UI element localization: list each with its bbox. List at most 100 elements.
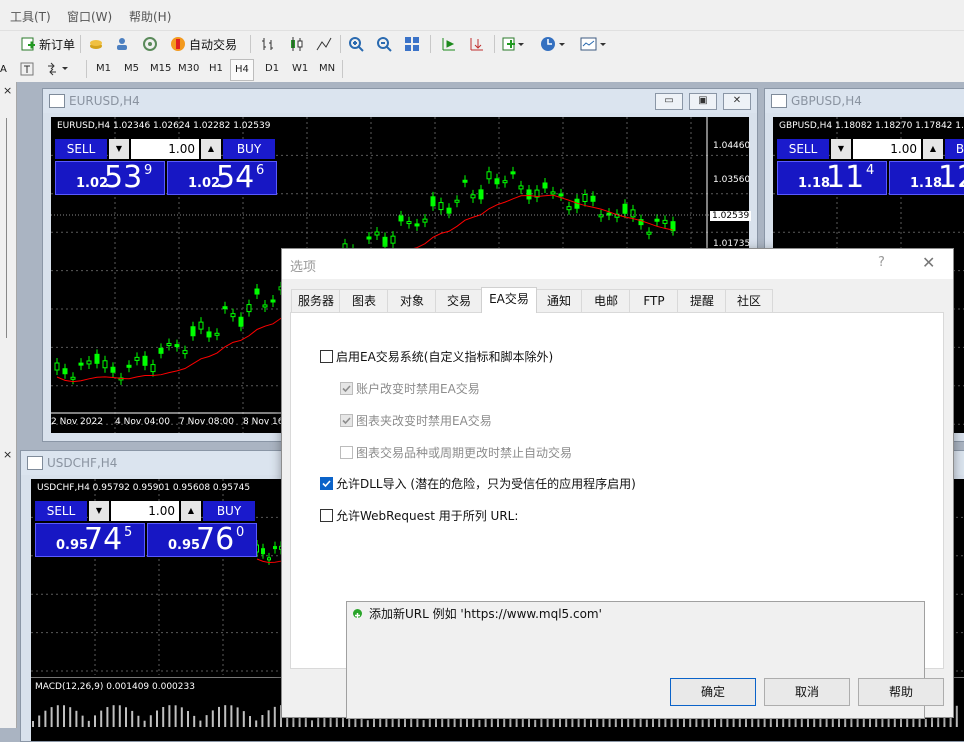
text-button[interactable] [20, 59, 34, 79]
signal-button[interactable] [142, 34, 158, 54]
periodicity-button[interactable] [540, 34, 566, 54]
maximize-button[interactable]: ▣ [689, 93, 717, 110]
buy-button[interactable]: BUY [223, 139, 275, 159]
lot-decrease-button[interactable]: ▼ [109, 139, 129, 159]
tab-trade[interactable]: 交易 [435, 289, 483, 312]
panel-scrollbar[interactable] [6, 118, 7, 338]
tab-objects[interactable]: 对象 [387, 289, 437, 312]
templates-button[interactable] [580, 34, 606, 54]
candle [214, 332, 220, 336]
sell-button[interactable]: SELL [35, 501, 87, 521]
sell-price[interactable]: 1.18 11 4 [777, 160, 887, 195]
buy-price[interactable]: 1.02 54 6 [167, 160, 277, 195]
buy-button[interactable]: BUY [203, 501, 255, 521]
lot-input[interactable]: 1.00 [131, 139, 199, 159]
lot-input[interactable]: 1.00 [111, 501, 179, 521]
chart-shift-button[interactable] [468, 34, 484, 54]
new-order-icon [21, 37, 35, 51]
zoom-in-button[interactable] [348, 34, 364, 54]
help-icon[interactable]: ? [878, 255, 885, 270]
auto-trading-icon [171, 37, 185, 51]
timeframe-h1[interactable]: H1 [205, 59, 227, 79]
menu-help[interactable]: 帮助(H) [129, 8, 171, 25]
clock-icon [541, 37, 565, 51]
candle [62, 368, 68, 375]
close-button[interactable]: ✕ [723, 93, 751, 110]
indicators-button[interactable] [502, 34, 524, 54]
candlestick-button[interactable] [288, 34, 304, 54]
tab-server[interactable]: 服务器 [291, 289, 341, 312]
tab-expert-advisors[interactable]: EA交易 [481, 287, 537, 313]
candle [470, 194, 476, 199]
buy-button[interactable]: B [945, 139, 964, 159]
lot-decrease-button[interactable]: ▼ [831, 139, 851, 159]
buy-price[interactable]: 0.95 76 0 [147, 522, 257, 557]
tab-charts[interactable]: 图表 [339, 289, 389, 312]
checkmark-icon [322, 480, 331, 488]
lot-increase-button[interactable]: ▲ [923, 139, 943, 159]
close-icon[interactable]: × [3, 448, 12, 461]
line-chart-button[interactable] [316, 34, 332, 54]
autoscroll-button[interactable] [440, 34, 456, 54]
allow-webrequest-checkbox[interactable] [320, 509, 333, 522]
sell-price[interactable]: 0.95 74 5 [35, 522, 145, 557]
lot-increase-button[interactable]: ▲ [181, 501, 201, 521]
add-icon[interactable] [353, 609, 362, 618]
menu-tools[interactable]: 工具(T) [10, 8, 51, 25]
lot-input[interactable]: 1.00 [853, 139, 921, 159]
sell-button[interactable]: SELL [55, 139, 107, 159]
close-icon[interactable]: ✕ [922, 253, 935, 272]
tab-ftp[interactable]: FTP [629, 289, 679, 312]
add-url-item[interactable]: 添加新URL 例如 'https://www.mql5.com' [369, 605, 602, 622]
market-watch-button[interactable] [88, 34, 104, 54]
candle [542, 182, 548, 189]
menu-window[interactable]: 窗口(W) [67, 8, 112, 25]
timeframe-mn[interactable]: MN [315, 59, 339, 79]
chart-window-title: EURUSD,H4 [69, 94, 140, 108]
chart-titlebar[interactable]: EURUSD,H4 ▭ ▣ ✕ [43, 89, 757, 113]
text-icon [20, 62, 34, 76]
bar-chart-button[interactable] [260, 34, 276, 54]
tab-alerts[interactable]: 提醒 [677, 289, 727, 312]
arrow-cursor-icon: A [0, 63, 7, 75]
allow-dll-checkbox[interactable] [320, 477, 333, 490]
chart-window-icon [49, 94, 65, 108]
timeframe-d1[interactable]: D1 [261, 59, 283, 79]
timeframe-m5[interactable]: M5 [120, 59, 143, 79]
tile-windows-button[interactable] [404, 34, 420, 54]
cancel-button[interactable]: 取消 [764, 678, 850, 706]
timeframe-m1[interactable]: M1 [92, 59, 115, 79]
auto-trading-button[interactable]: 自动交易 [170, 34, 237, 54]
close-icon[interactable]: × [3, 84, 12, 97]
tab-email[interactable]: 电邮 [581, 289, 631, 312]
chart-titlebar[interactable]: GBPUSD,H4 [765, 89, 964, 113]
sell-price[interactable]: 1.02 53 9 [55, 160, 165, 195]
candle [134, 356, 140, 361]
candle [273, 546, 277, 550]
timeframe-m15[interactable]: M15 [146, 59, 175, 79]
tab-community[interactable]: 社区 [725, 289, 773, 312]
tab-notifications[interactable]: 通知 [535, 289, 583, 312]
coins-icon [90, 40, 102, 49]
enable-ea-checkbox[interactable] [320, 350, 333, 363]
help-button[interactable]: 帮助 [858, 678, 944, 706]
zoom-out-button[interactable] [376, 34, 392, 54]
timeframe-h4[interactable]: H4 [230, 59, 254, 81]
candle [478, 189, 484, 200]
lot-increase-button[interactable]: ▲ [201, 139, 221, 159]
dialog-titlebar[interactable]: 选项 ? ✕ [282, 249, 953, 279]
new-order-button[interactable]: 新订单 [20, 34, 75, 54]
buy-price[interactable]: 1.18 12 [889, 160, 964, 195]
candle [526, 189, 532, 200]
ok-button[interactable]: 确定 [670, 678, 756, 706]
arrows-button[interactable] [46, 59, 72, 79]
minimize-button[interactable]: ▭ [655, 93, 683, 110]
allow-webrequest-label: 允许WebRequest 用于所列 URL: [336, 509, 519, 523]
buy-price-fraction: 0 [236, 525, 245, 540]
navigator-button[interactable] [114, 34, 130, 54]
lot-decrease-button[interactable]: ▼ [89, 501, 109, 521]
timeframe-m30[interactable]: M30 [174, 59, 203, 79]
sell-button[interactable]: SELL [777, 139, 829, 159]
timeframe-w1[interactable]: W1 [288, 59, 312, 79]
crosshair-button[interactable]: A [0, 59, 7, 79]
